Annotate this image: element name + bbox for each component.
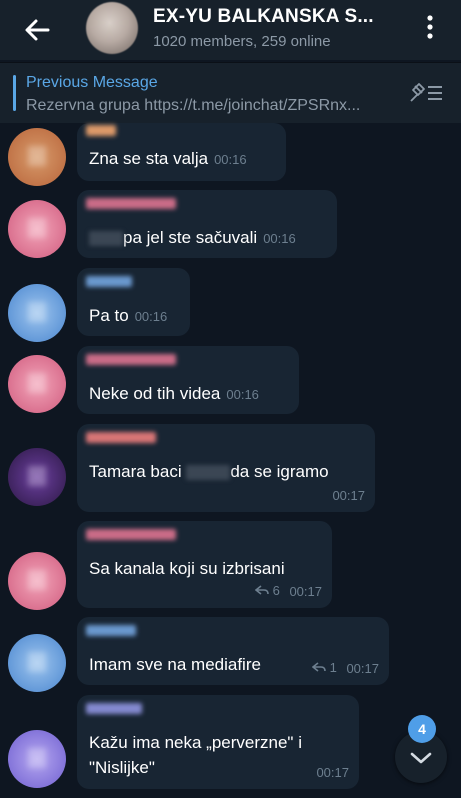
message-text-line1: Kažu ima neka „perverzne" i [89, 733, 302, 752]
message-time: 00:16 [134, 309, 168, 324]
redacted-text [186, 465, 231, 481]
pinned-indicator [13, 75, 16, 111]
chat-title[interactable]: EX-YU BALKANSKA S... [153, 6, 374, 28]
pinned-title: Previous Message [26, 74, 158, 91]
message-bubble[interactable]: Pa to 00:16 [77, 268, 190, 336]
sender-avatar[interactable] [8, 128, 66, 186]
sender-avatar[interactable] [8, 448, 66, 506]
message-bubble[interactable]: Sa kanala koji su izbrisani 6 00:17 [77, 521, 332, 608]
sender-name-blurred [86, 703, 142, 714]
sender-avatar[interactable] [8, 200, 66, 258]
unread-count-badge: 4 [408, 715, 436, 743]
sender-name-blurred [86, 529, 176, 540]
message-bubble[interactable]: Kažu ima neka „perverzne" i "Nislijke" 0… [77, 695, 359, 789]
sender-name-blurred [86, 625, 136, 636]
message-text: Sa kanala koji su izbrisani [89, 559, 285, 578]
back-arrow-icon[interactable] [18, 10, 58, 50]
message-text: Zna se sta valja 00:16 [89, 149, 247, 168]
reply-count[interactable]: 1 [311, 660, 337, 675]
message-bubble[interactable]: Zna se sta valja 00:16 [77, 123, 286, 181]
message-bubble[interactable]: Imam sve na mediafire 1 00:17 [77, 617, 389, 685]
message-text-line2: "Nislijke" [89, 758, 155, 777]
sender-avatar[interactable] [8, 634, 66, 692]
message-time: 00:17 [332, 488, 365, 503]
message-meta: 1 00:17 [311, 660, 379, 676]
reply-count[interactable]: 6 [254, 583, 280, 598]
message-text: Pa to 00:16 [89, 306, 168, 325]
message-text: Tamara baci da se igramo [89, 462, 329, 481]
message-text: Neke od tih videa 00:16 [89, 384, 259, 403]
message-bubble[interactable]: Neke od tih videa 00:16 [77, 346, 299, 414]
sender-avatar[interactable] [8, 552, 66, 610]
reply-arrow-icon [254, 585, 269, 595]
message-time: 00:16 [263, 231, 296, 246]
reply-arrow-icon [311, 662, 326, 672]
chat-member-count: 1020 members, 259 online [153, 33, 331, 50]
message-time: 00:16 [214, 152, 247, 167]
sender-avatar[interactable] [8, 355, 66, 413]
message-bubble[interactable]: Tamara baci da se igramo 00:17 [77, 424, 375, 512]
sender-name-blurred [86, 354, 176, 365]
message-meta: 6 00:17 [254, 583, 322, 599]
more-vertical-icon[interactable] [418, 12, 442, 42]
message-bubble[interactable]: pa jel ste sačuvali 00:16 [77, 190, 337, 258]
sender-name-blurred [86, 125, 116, 136]
sender-name-blurred [86, 198, 176, 209]
sender-name-blurred [86, 432, 156, 443]
sender-avatar[interactable] [8, 284, 66, 342]
message-text: pa jel ste sačuvali 00:16 [89, 228, 296, 248]
message-time: 00:16 [226, 387, 259, 402]
sender-avatar[interactable] [8, 730, 66, 788]
message-text: Imam sve na mediafire [89, 655, 261, 674]
pinned-text: Rezervna grupa https://t.me/joinchat/ZPS… [26, 97, 361, 114]
sender-name-blurred [86, 276, 132, 287]
group-avatar[interactable] [86, 2, 138, 54]
pinned-message-bar[interactable]: Previous Message Rezervna grupa https://… [0, 62, 461, 123]
redacted-text [89, 231, 123, 247]
message-time: 00:17 [316, 765, 349, 780]
chat-header: EX-YU BALKANSKA S... 1020 members, 259 o… [0, 0, 461, 60]
pinned-list-icon[interactable] [407, 81, 445, 105]
